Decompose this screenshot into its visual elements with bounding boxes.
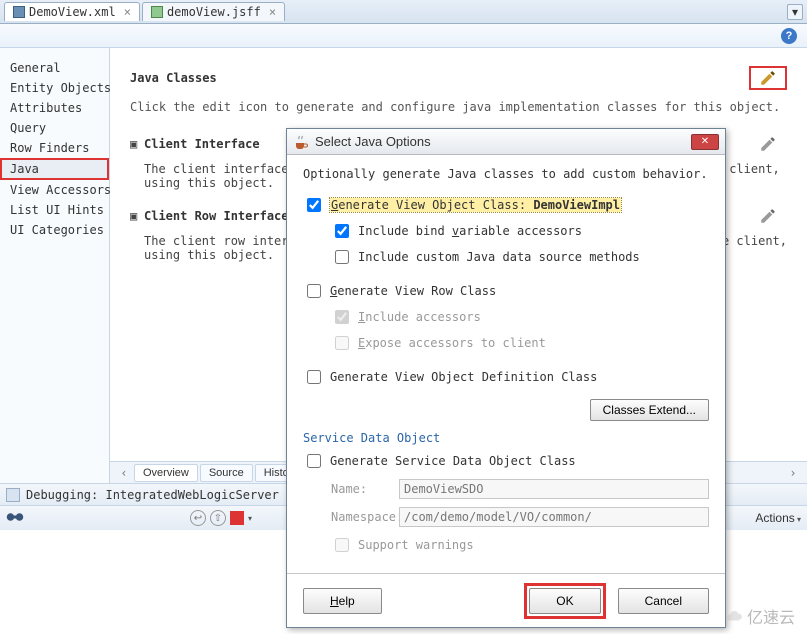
editor-tab-label: demoView.jsff (167, 5, 261, 19)
support-warnings-checkbox (335, 538, 349, 552)
service-data-object-heading: Service Data Object (303, 431, 709, 445)
include-accessors-row: Include accessors (331, 307, 709, 327)
sidebar-item-attributes[interactable]: Attributes (0, 98, 109, 118)
include-bind-variable-row: Include bind variable accessors (331, 221, 709, 241)
watermark: 亿速云 (725, 604, 795, 628)
include-accessors-checkbox (335, 310, 349, 324)
checkbox-label: Generate View Row Class (330, 284, 496, 298)
generate-definition-class-row: Generate View Object Definition Class (303, 367, 709, 387)
sidebar-item-entity-objects[interactable]: Entity Objects (0, 78, 109, 98)
stop-button[interactable] (230, 511, 244, 525)
include-custom-java-row: Include custom Java data source methods (331, 247, 709, 267)
edit-client-interface-button[interactable] (749, 132, 787, 156)
close-tab-icon[interactable]: × (124, 5, 131, 19)
dialog-title: Select Java Options (315, 134, 685, 149)
generate-view-row-class-checkbox[interactable] (307, 284, 321, 298)
sdo-name-input (399, 479, 709, 499)
pencil-icon (759, 69, 777, 87)
dialog-close-button[interactable]: ✕ (691, 134, 719, 150)
log-title: Debugging: IntegratedWebLogicServer - Lo… (26, 488, 322, 502)
checkbox-label: Expose accessors to client (358, 336, 546, 350)
up-button[interactable]: ⇧ (210, 510, 226, 526)
generate-definition-class-checkbox[interactable] (307, 370, 321, 384)
help-icon[interactable]: ? (781, 28, 797, 44)
xml-file-icon (13, 6, 25, 18)
ok-button[interactable]: OK (529, 588, 600, 614)
tab-source[interactable]: Source (200, 464, 253, 482)
help-button[interactable]: Help (303, 588, 382, 614)
generate-sdo-class-row: Generate Service Data Object Class (303, 451, 709, 471)
collapse-icon[interactable]: ▣ (130, 209, 140, 223)
sdo-namespace-input (399, 507, 709, 527)
field-label: Name: (331, 482, 391, 496)
cancel-button[interactable]: Cancel (618, 588, 709, 614)
generate-view-row-class-row: Generate View Row Class (303, 281, 709, 301)
checkbox-label: Support warnings (358, 538, 474, 552)
dialog-footer: Help OK Cancel (287, 573, 725, 627)
classes-extend-button[interactable]: Classes Extend... (590, 399, 709, 421)
checkbox-label: Include bind variable accessors (358, 224, 582, 238)
sidebar-item-ui-categories[interactable]: UI Categories (0, 220, 109, 240)
cloud-icon (725, 607, 743, 625)
dialog-titlebar[interactable]: Select Java Options ✕ (287, 129, 725, 155)
jsff-file-icon (151, 6, 163, 18)
generate-view-object-class-row: Generate View Object Class: DemoViewImpl (303, 195, 709, 215)
binoculars-icon (6, 511, 24, 523)
dropdown-icon[interactable]: ▾ (248, 514, 252, 523)
sidebar-item-general[interactable]: General (0, 58, 109, 78)
tab-overview[interactable]: Overview (134, 464, 198, 482)
checkbox-label: Include accessors (358, 310, 481, 324)
editor-tab-demoview-jsff[interactable]: demoView.jsff × (142, 2, 285, 21)
log-icon (6, 488, 20, 502)
checkbox-label: Generate View Object Class: DemoViewImpl (331, 198, 620, 212)
java-icon (293, 134, 309, 150)
actions-menu[interactable]: Actions ▾ (755, 511, 801, 525)
pencil-icon (759, 135, 777, 153)
field-label: Namespace: (331, 510, 391, 524)
sidebar-item-view-accessors[interactable]: View Accessors (0, 180, 109, 200)
select-java-options-dialog: Select Java Options ✕ Optionally generat… (286, 128, 726, 628)
dialog-intro: Optionally generate Java classes to add … (303, 167, 709, 181)
checkbox-label: Generate View Object Definition Class (330, 370, 597, 384)
sidebar-item-java[interactable]: Java (0, 158, 109, 180)
sidebar-item-list-ui-hints[interactable]: List UI Hints (0, 200, 109, 220)
edit-java-classes-button[interactable] (749, 66, 787, 90)
editor-toolbar: ? (0, 24, 807, 48)
generate-view-object-class-checkbox[interactable] (307, 198, 321, 212)
editor-tab-demoview-xml[interactable]: DemoView.xml × (4, 2, 140, 21)
editor-tab-bar: DemoView.xml × demoView.jsff × ▾ (0, 0, 807, 24)
generate-sdo-class-checkbox[interactable] (307, 454, 321, 468)
expose-accessors-checkbox (335, 336, 349, 350)
scroll-left-icon[interactable]: ‹ (116, 466, 132, 480)
sdo-name-row: Name: (331, 479, 709, 499)
pencil-icon (759, 207, 777, 225)
checkbox-label: Include custom Java data source methods (358, 250, 640, 264)
close-tab-icon[interactable]: × (269, 5, 276, 19)
sdo-namespace-row: Namespace: (331, 507, 709, 527)
editor-tab-label: DemoView.xml (29, 5, 116, 19)
page-hint: Click the edit icon to generate and conf… (130, 100, 787, 114)
expose-accessors-row: Expose accessors to client (331, 333, 709, 353)
scroll-right-icon[interactable]: › (785, 466, 801, 480)
edit-client-row-interface-button[interactable] (749, 204, 787, 228)
page-title: Java Classes (130, 71, 217, 85)
include-bind-variable-checkbox[interactable] (335, 224, 349, 238)
support-warnings-row: Support warnings (331, 535, 709, 555)
sidebar-item-row-finders[interactable]: Row Finders (0, 138, 109, 158)
dialog-body: Optionally generate Java classes to add … (287, 155, 725, 573)
find-icon[interactable] (6, 511, 24, 525)
checkbox-label: Generate Service Data Object Class (330, 454, 576, 468)
prev-button[interactable]: ↩ (190, 510, 206, 526)
collapse-icon[interactable]: ▣ (130, 137, 140, 151)
tab-list-dropdown[interactable]: ▾ (787, 4, 803, 20)
sidebar-item-query[interactable]: Query (0, 118, 109, 138)
include-custom-java-checkbox[interactable] (335, 250, 349, 264)
side-nav: General Entity Objects Attributes Query … (0, 48, 110, 483)
